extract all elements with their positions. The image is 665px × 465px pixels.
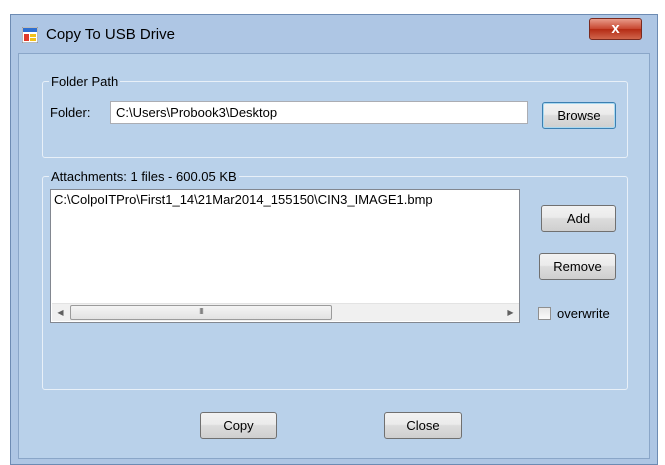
scrollbar-thumb[interactable]: III [70, 305, 332, 320]
attachments-list[interactable]: C:\ColpoITPro\First1_14\21Mar2014_155150… [50, 189, 520, 323]
add-button[interactable]: Add [541, 205, 616, 232]
folder-path-input[interactable] [110, 101, 528, 124]
copy-button[interactable]: Copy [200, 412, 277, 439]
list-item[interactable]: C:\ColpoITPro\First1_14\21Mar2014_155150… [54, 192, 433, 207]
close-window-button[interactable]: x [589, 18, 642, 40]
folder-path-group-title: Folder Path [49, 74, 121, 89]
close-button[interactable]: Close [384, 412, 462, 439]
overwrite-label[interactable]: overwrite [557, 306, 610, 321]
browse-button[interactable]: Browse [542, 102, 616, 129]
window-app-icon [22, 27, 38, 43]
dialog-client-area: Folder Path Folder: Browse Attachments: … [18, 53, 650, 459]
scrollbar-grip-icon: III [199, 307, 204, 316]
copy-to-usb-dialog: Copy To USB Drive x Folder Path Folder: … [10, 14, 658, 465]
folder-label: Folder: [50, 105, 91, 120]
window-title: Copy To USB Drive [46, 26, 175, 43]
title-bar[interactable]: Copy To USB Drive x [11, 15, 657, 53]
remove-button[interactable]: Remove [539, 253, 616, 280]
scroll-right-arrow-icon[interactable]: ▶ [502, 304, 519, 321]
attachments-group-title: Attachments: 1 files - 600.05 KB [49, 169, 239, 184]
overwrite-checkbox[interactable] [538, 307, 551, 320]
folder-path-group: Folder Path Folder: Browse [42, 74, 628, 158]
close-icon: x [611, 20, 620, 37]
attachments-group: Attachments: 1 files - 600.05 KB C:\Colp… [42, 169, 628, 390]
horizontal-scrollbar[interactable]: ◀ III ▶ [52, 303, 519, 321]
scroll-left-arrow-icon[interactable]: ◀ [52, 304, 69, 321]
